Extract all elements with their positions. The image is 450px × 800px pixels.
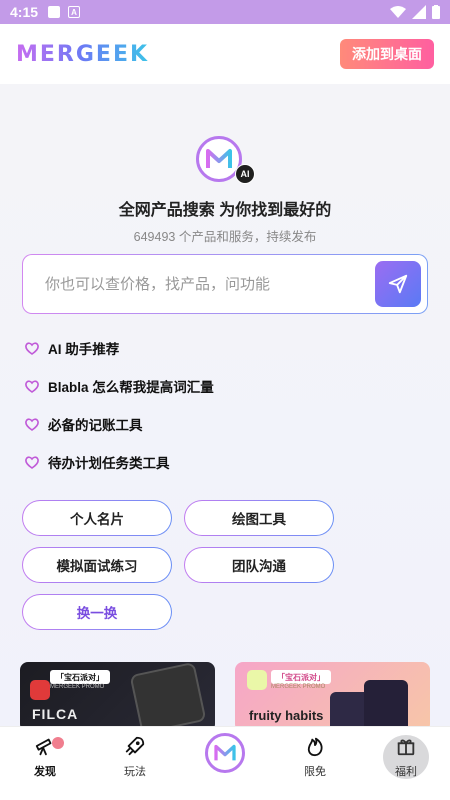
promo-card[interactable]: 「宝石派对」 MERGEEK PROMO FILCA (20, 662, 215, 726)
rocket-icon (125, 736, 145, 756)
send-icon (388, 274, 408, 294)
suggestion-item[interactable]: 待办计划任务类工具 (24, 452, 170, 472)
nav-benefits[interactable]: 福利 (371, 735, 441, 779)
tag-button[interactable]: 团队沟通 (184, 547, 334, 583)
phone-mockup-image (129, 662, 207, 726)
hero-headline: 全网产品搜索 为你找到最好的 (118, 202, 332, 219)
ai-badge: AI (235, 164, 255, 184)
suggestion-label: AI 助手推荐 (48, 342, 120, 357)
signal-icon (412, 5, 426, 19)
card-title: FILCA (32, 706, 79, 722)
mergeek-logo[interactable]: MERGEEK (16, 42, 149, 67)
status-bar: 4:15 A (0, 0, 450, 24)
heart-chat-icon (25, 342, 39, 355)
card-title: fruity habits (249, 708, 324, 723)
heart-chat-icon (25, 456, 39, 469)
heart-chat-icon (25, 418, 39, 431)
suggestion-item[interactable]: Blabla 怎么帮我提高词汇量 (24, 376, 214, 396)
wifi-icon (390, 6, 406, 18)
suggestion-label: 待办计划任务类工具 (48, 456, 170, 471)
bottom-nav: 发现 玩法 限免 福利 (0, 726, 450, 800)
hero-subline: 649493 个产品和服务，持续发布 (133, 230, 317, 244)
nav-home-logo-button[interactable] (205, 733, 245, 773)
add-to-desktop-button[interactable]: 添加到桌面 (340, 39, 434, 69)
suggestion-label: 必备的记账工具 (48, 418, 143, 433)
swap-button[interactable]: 换一换 (22, 594, 172, 630)
flame-icon (307, 737, 323, 757)
notification-square-icon (48, 6, 61, 18)
send-button[interactable] (375, 261, 421, 307)
app-header: MERGEEK 添加到桌面 (0, 24, 450, 84)
main-content: AI 全网产品搜索 为你找到最好的 649493 个产品和服务，持续发布 AI … (0, 84, 450, 726)
nav-label: 玩法 (124, 766, 146, 778)
heart-chat-icon (25, 380, 39, 393)
status-icons (390, 5, 440, 19)
promo-card[interactable]: 「宝石派对」 MERGEEK PROMO fruity habits (235, 662, 430, 726)
card-brand: 「宝石派对」 (271, 670, 331, 684)
card-subtitle: MERGEEK PROMO (50, 684, 105, 690)
nav-limited-free[interactable]: 限免 (280, 735, 350, 779)
suggestion-label: Blabla 怎么帮我提高词汇量 (48, 380, 214, 395)
nav-discover[interactable]: 发现 (10, 735, 80, 779)
gift-box-icon (397, 739, 415, 756)
mergeek-m-logo-icon (214, 744, 236, 761)
tag-button[interactable]: 模拟面试练习 (22, 547, 172, 583)
notification-dot (52, 737, 64, 749)
nav-label: 福利 (395, 766, 417, 778)
card-subtitle: MERGEEK PROMO (271, 684, 326, 690)
search-box (22, 254, 428, 314)
status-time: 4:15 (10, 4, 39, 20)
nav-label: 限免 (304, 766, 326, 778)
phone-mockup-image (364, 680, 408, 726)
nav-label: 发现 (34, 766, 56, 778)
tag-button[interactable]: 绘图工具 (184, 500, 334, 536)
notification-a-icon: A (68, 6, 81, 18)
app-icon (247, 670, 267, 690)
nav-gameplay[interactable]: 玩法 (100, 735, 170, 779)
search-input[interactable] (45, 275, 375, 293)
battery-icon (432, 5, 440, 19)
suggestion-item[interactable]: 必备的记账工具 (24, 414, 143, 434)
tag-button[interactable]: 个人名片 (22, 500, 172, 536)
card-brand: 「宝石派对」 (50, 670, 110, 684)
suggestion-item[interactable]: AI 助手推荐 (24, 338, 119, 358)
app-icon (30, 680, 50, 700)
